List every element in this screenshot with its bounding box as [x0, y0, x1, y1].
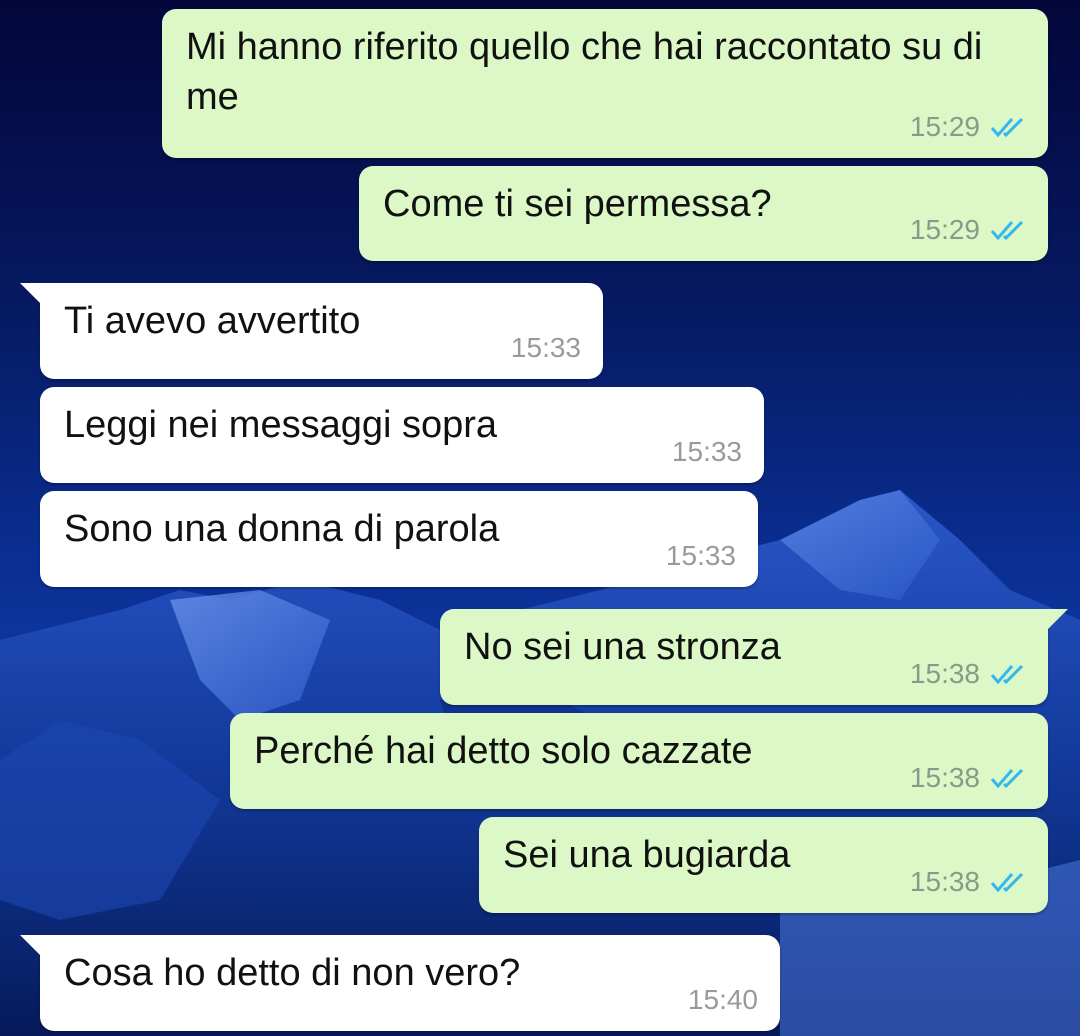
incoming-message-bubble[interactable]: Sono una donna di parola 15:33 [40, 491, 758, 587]
bubble-tail [20, 283, 42, 305]
read-double-tick-icon [990, 116, 1026, 138]
message-time: 15:38 [909, 658, 980, 689]
message-text: Mi hanno riferito quello che hai raccont… [186, 26, 983, 118]
message-meta: 15:29 [910, 215, 1026, 245]
message-meta: 15:38 [910, 763, 1026, 793]
message-time: 15:38 [909, 762, 980, 793]
message-meta: 15:29 [910, 112, 1026, 142]
message-text: No sei una stronza [464, 626, 781, 668]
message-text: Sono una donna di parola [64, 508, 500, 550]
message-meta: 15:38 [910, 659, 1026, 689]
message-meta: 15:33 [672, 437, 742, 467]
message-time: 15:33 [671, 436, 742, 467]
message-time: 15:40 [687, 984, 758, 1015]
message-meta: 15:33 [666, 541, 736, 571]
message-time: 15:29 [909, 214, 980, 245]
message-time: 15:33 [510, 332, 581, 363]
incoming-message-bubble[interactable]: Leggi nei messaggi sopra 15:33 [40, 387, 764, 483]
outgoing-message-bubble[interactable]: Perché hai detto solo cazzate 15:38 [230, 713, 1048, 809]
outgoing-message-bubble[interactable]: Come ti sei permessa? 15:29 [359, 166, 1048, 261]
message-text: Come ti sei permessa? [383, 183, 772, 225]
read-double-tick-icon [990, 219, 1026, 241]
outgoing-message-bubble[interactable]: Mi hanno riferito quello che hai raccont… [162, 9, 1048, 158]
message-time: 15:38 [909, 866, 980, 897]
message-meta: 15:33 [511, 333, 581, 363]
message-text: Cosa ho detto di non vero? [64, 952, 521, 994]
read-double-tick-icon [990, 767, 1026, 789]
message-text: Sei una bugiarda [503, 834, 791, 876]
message-text: Leggi nei messaggi sopra [64, 404, 498, 446]
bubble-tail [1046, 609, 1068, 631]
read-double-tick-icon [990, 871, 1026, 893]
message-time: 15:29 [909, 111, 980, 142]
message-time: 15:33 [665, 540, 736, 571]
message-meta: 15:38 [910, 867, 1026, 897]
outgoing-message-bubble[interactable]: Sei una bugiarda 15:38 [479, 817, 1048, 913]
incoming-message-bubble[interactable]: Ti avevo avvertito 15:33 [20, 283, 603, 379]
incoming-message-bubble[interactable]: Cosa ho detto di non vero? 15:40 [20, 935, 780, 1031]
message-text: Perché hai detto solo cazzate [254, 730, 753, 772]
message-meta: 15:40 [688, 985, 758, 1015]
message-text: Ti avevo avvertito [64, 300, 361, 342]
bubble-tail [20, 935, 42, 957]
read-double-tick-icon [990, 663, 1026, 685]
outgoing-message-bubble[interactable]: No sei una stronza 15:38 [440, 609, 1068, 705]
